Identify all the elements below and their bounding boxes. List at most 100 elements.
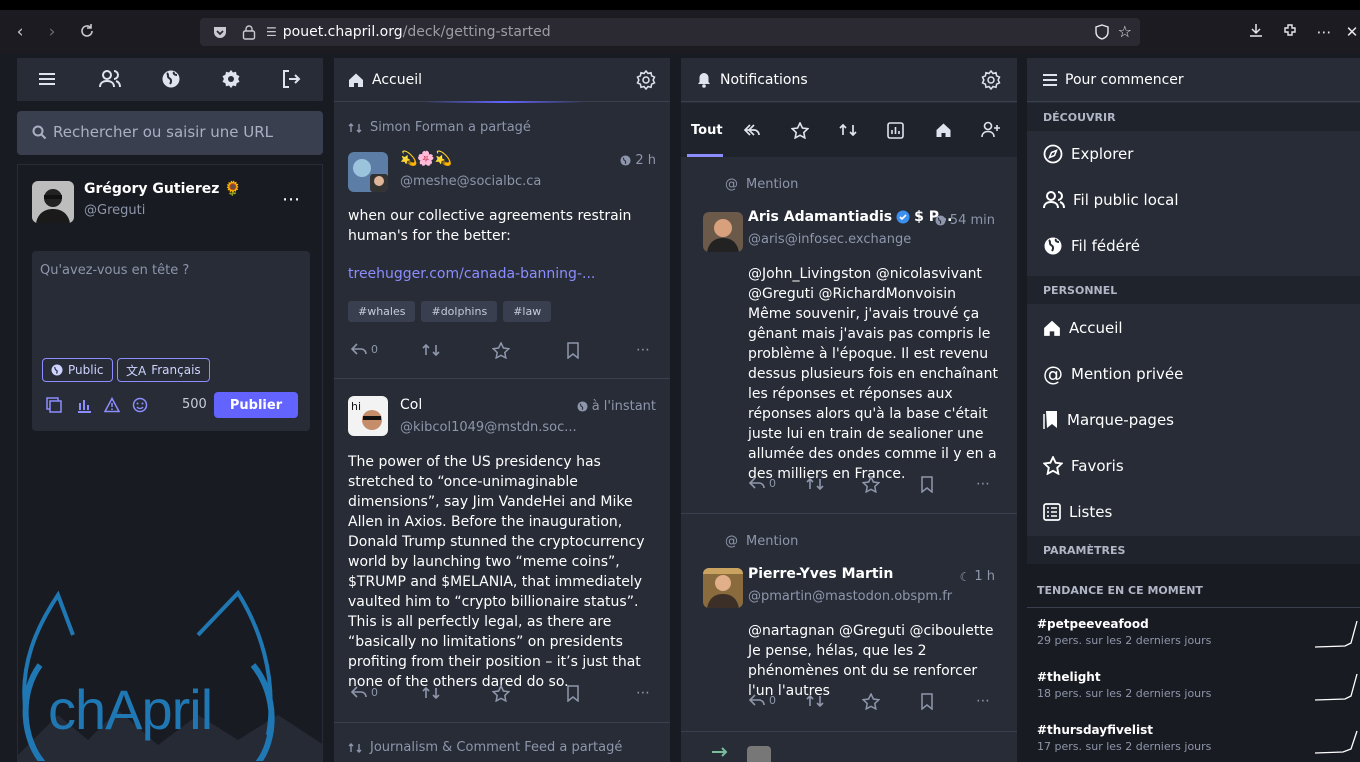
column-settings-icon[interactable] — [981, 70, 1001, 90]
avatar[interactable] — [348, 152, 388, 192]
close-icon[interactable]: ✕ — [1344, 22, 1360, 42]
filter-boosts-icon[interactable] — [839, 122, 857, 138]
getting-started-header[interactable]: Pour commencer — [1027, 58, 1360, 102]
download-icon[interactable] — [1248, 22, 1268, 42]
bookmark-button[interactable] — [566, 342, 580, 359]
logout-icon[interactable] — [281, 69, 301, 89]
pocket-icon[interactable] — [212, 24, 228, 40]
boost-button[interactable] — [806, 693, 824, 709]
reply-button[interactable]: 0 — [748, 476, 776, 490]
account-handle[interactable]: @kibcol1049@mstdn.soc... — [400, 420, 577, 435]
more-icon[interactable]: ⋯ — [976, 693, 990, 709]
more-icon[interactable]: ⋯ — [976, 476, 990, 492]
bookmark-button[interactable] — [566, 685, 580, 702]
status-card[interactable]: Simon Forman a partagé 💫🌸💫 @meshe@social… — [334, 103, 670, 379]
menu-federated-timeline[interactable]: Fil fédéré — [1027, 223, 1360, 268]
status-time[interactable]: 54 min — [935, 213, 995, 228]
hashtag[interactable]: #law — [503, 301, 552, 322]
avatar[interactable] — [703, 568, 743, 608]
column-settings-icon[interactable] — [636, 70, 656, 90]
menu-bookmarks[interactable]: Marque-pages — [1027, 397, 1360, 442]
filter-mentions-icon[interactable] — [743, 123, 761, 137]
status-time[interactable]: à l'instant — [577, 399, 656, 414]
mention-links[interactable]: @John_Livingston @nicolasvivant @Greguti… — [748, 266, 982, 302]
hamburger-icon[interactable] — [38, 71, 56, 87]
avatar[interactable] — [703, 212, 743, 252]
reply-button[interactable]: 0 — [350, 685, 378, 699]
notification-card[interactable]: @ Mention Pierre-Yves Martin @pmartin@ma… — [681, 514, 1017, 732]
account-handle[interactable]: @meshe@socialbc.ca — [400, 174, 541, 189]
globe-icon[interactable] — [161, 69, 181, 89]
forward-icon[interactable]: › — [42, 22, 62, 42]
more-options-icon[interactable]: ⋯ — [282, 189, 300, 210]
menu-direct-messages[interactable]: @ Mention privée — [1027, 351, 1360, 396]
hashtag[interactable]: #whales — [348, 301, 416, 322]
boost-button[interactable] — [422, 342, 440, 358]
menu-lists[interactable]: Listes — [1027, 489, 1360, 534]
my-avatar[interactable] — [32, 181, 74, 223]
menu-more-icon[interactable]: ⋯ — [1314, 22, 1334, 42]
boost-button[interactable] — [806, 476, 824, 492]
section-settings[interactable]: PARAMÈTRES — [1027, 536, 1360, 564]
reload-icon[interactable] — [78, 22, 98, 42]
status-time[interactable]: 2 h — [620, 153, 656, 168]
menu-home[interactable]: Accueil — [1027, 305, 1360, 350]
status-card[interactable]: hi Col @kibcol1049@mstdn.soc... à l'inst… — [334, 379, 670, 723]
notification-card[interactable]: @ Mention Aris Adamantiadis $ P... @aris… — [681, 157, 1017, 514]
poll-icon[interactable] — [76, 397, 92, 413]
favourite-button[interactable] — [862, 693, 880, 710]
menu-explore[interactable]: Explorer — [1027, 131, 1360, 176]
users-icon[interactable] — [99, 69, 121, 89]
bookmark-button[interactable] — [920, 693, 934, 710]
more-icon[interactable]: ⋯ — [636, 685, 650, 701]
filter-follows-icon[interactable] — [981, 121, 1001, 139]
filter-all[interactable]: Tout — [691, 123, 723, 138]
account-handle[interactable]: @pmartin@mastodon.obspm.fr — [748, 589, 952, 604]
hashtag[interactable]: #dolphins — [421, 301, 498, 322]
emoji-icon[interactable] — [132, 397, 148, 413]
content-warning-icon[interactable] — [104, 397, 120, 413]
lock-icon[interactable] — [242, 24, 256, 40]
reply-button[interactable]: 0 — [748, 693, 776, 707]
trend-item[interactable]: #thursdayfivelist 17 pers. sur les 2 der… — [1037, 723, 1359, 762]
media-upload-icon[interactable] — [46, 397, 62, 413]
status-time[interactable]: ☾ 1 h — [960, 569, 995, 584]
notification-card[interactable] — [681, 732, 1017, 762]
language-button[interactable]: 文A Français — [117, 358, 210, 382]
avatar[interactable] — [747, 746, 771, 762]
tracking-protection-icon[interactable] — [1094, 24, 1110, 40]
account-handle[interactable]: @aris@infosec.exchange — [748, 232, 911, 247]
display-name[interactable]: Aris Adamantiadis $ P... — [748, 209, 952, 225]
visibility-button[interactable]: Public — [42, 358, 113, 382]
reply-button[interactable]: 0 — [350, 342, 378, 356]
my-display-name[interactable]: Grégory Gutierez 🌻 — [84, 181, 242, 197]
bookmark-button[interactable] — [920, 476, 934, 493]
back-icon[interactable]: ‹ — [10, 22, 30, 42]
trend-item[interactable]: #petpeeveafood 29 pers. sur les 2 dernie… — [1037, 617, 1359, 663]
status-card[interactable]: Journalism & Comment Feed a partagé — [334, 723, 670, 762]
menu-local-timeline[interactable]: Fil public local — [1027, 177, 1360, 222]
notifications-column-header[interactable]: Notifications — [681, 58, 1017, 102]
display-name[interactable]: Pierre-Yves Martin — [748, 566, 893, 582]
favourite-button[interactable] — [862, 476, 880, 493]
gear-icon[interactable] — [221, 69, 241, 89]
filter-status-icon[interactable] — [935, 122, 952, 138]
permissions-icon[interactable]: ☰ — [266, 25, 277, 39]
publish-button[interactable]: Publier — [214, 392, 298, 418]
display-name[interactable]: 💫🌸💫 — [400, 151, 452, 167]
compose-textarea[interactable]: Qu'avez-vous en tête ? — [40, 251, 302, 347]
search-input[interactable]: Rechercher ou saisir une URL — [17, 111, 323, 155]
bookmark-star-icon[interactable]: ☆ — [1118, 22, 1132, 41]
avatar[interactable]: hi — [348, 396, 388, 436]
my-handle[interactable]: @Greguti — [84, 203, 145, 218]
display-name[interactable]: Col — [400, 397, 422, 413]
more-icon[interactable]: ⋯ — [636, 342, 650, 358]
extensions-icon[interactable] — [1282, 22, 1302, 42]
favourite-button[interactable] — [492, 685, 510, 702]
boost-button[interactable] — [422, 685, 440, 701]
trend-item[interactable]: #thelight 18 pers. sur les 2 derniers jo… — [1037, 670, 1359, 716]
filter-polls-icon[interactable] — [887, 122, 904, 139]
status-link[interactable]: treehugger.com/canada-banning-... — [348, 266, 595, 282]
mention-links[interactable]: @nartagnan @Greguti @ciboulette — [748, 623, 993, 639]
url-bar[interactable]: ☰ pouet.chapril.org/deck/getting-started… — [200, 18, 1140, 46]
